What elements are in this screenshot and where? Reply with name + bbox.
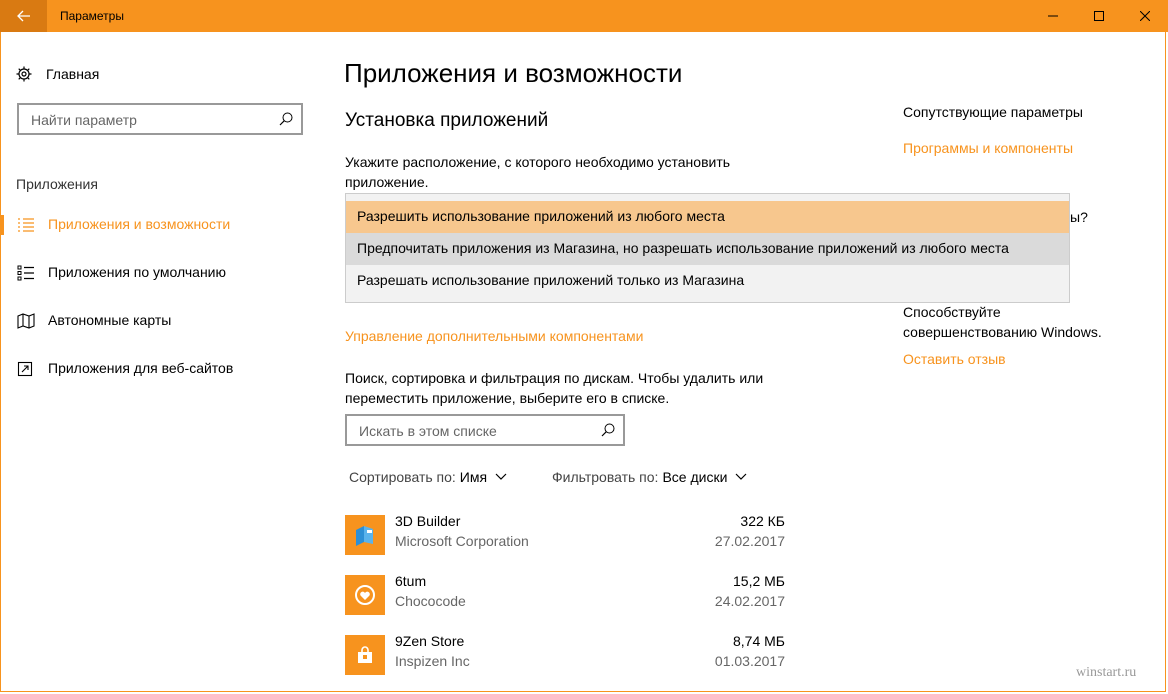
app-publisher: Inspizen Inc — [395, 653, 470, 669]
sidebar-item-offline-maps[interactable]: Автономные карты — [0, 303, 330, 339]
app-size: 15,2 МБ — [733, 573, 785, 589]
install-description: Укажите расположение, с которого необход… — [345, 152, 730, 192]
sidebar-item-web-apps[interactable]: Приложения для веб-сайтов — [0, 351, 330, 387]
search-icon — [279, 112, 293, 126]
search-description-line: Поиск, сортировка и фильтрация по дискам… — [345, 370, 764, 386]
question-fragment: ы? — [1070, 209, 1088, 225]
search-description: Поиск, сортировка и фильтрация по дискам… — [345, 368, 763, 408]
search-description-line: переместить приложение, выберите его в с… — [345, 390, 670, 406]
shopping-bag-icon — [345, 635, 385, 675]
home-link[interactable]: Главная — [16, 64, 99, 84]
sidebar-item-label: Автономные карты — [48, 312, 172, 328]
gear-icon — [16, 66, 32, 82]
app-list-search[interactable] — [345, 414, 625, 446]
6tum-icon — [345, 575, 385, 615]
close-icon — [1140, 11, 1150, 21]
app-size: 8,74 МБ — [733, 633, 785, 649]
filter-dropdown[interactable]: Фильтровать по: Все диски — [552, 469, 747, 485]
install-source-dropdown[interactable]: Разрешить использование приложений из лю… — [345, 193, 1070, 303]
page-title: Приложения и возможности — [344, 58, 683, 88]
sort-dropdown[interactable]: Сортировать по: Имя — [349, 469, 507, 485]
app-name: 6tum — [395, 573, 427, 589]
dropdown-option-label: Разрешить использование приложений из лю… — [357, 208, 725, 224]
minimize-icon — [1048, 15, 1058, 17]
search-icon — [601, 423, 615, 437]
window-title: Параметры — [60, 9, 124, 23]
app-list-search-input[interactable] — [357, 421, 591, 441]
default-apps-icon — [17, 265, 34, 281]
related-settings-heading: Сопутствующие параметры — [903, 104, 1083, 120]
sidebar-item-label: Приложения для веб-сайтов — [48, 360, 234, 376]
dropdown-option-anywhere[interactable]: Разрешить использование приложений из лю… — [346, 201, 1069, 233]
settings-search-input[interactable] — [29, 110, 273, 130]
app-date: 24.02.2017 — [714, 593, 785, 609]
sidebar-item-label: Приложения по умолчанию — [48, 264, 226, 280]
sort-label: Сортировать по: — [349, 469, 456, 485]
manage-optional-features-link[interactable]: Управление дополнительными компонентами — [345, 328, 643, 344]
install-description-line: приложение. — [345, 174, 429, 190]
dropdown-option-prefer-store[interactable]: Предпочитать приложения из Магазина, но … — [346, 233, 1069, 265]
dropdown-option-label: Разрешать использование приложений тольк… — [357, 272, 745, 288]
filter-label: Фильтровать по: — [552, 469, 659, 485]
give-feedback-link[interactable]: Оставить отзыв — [903, 351, 1006, 367]
programs-features-link[interactable]: Программы и компоненты — [903, 140, 1073, 156]
dropdown-option-store-only[interactable]: Разрешать использование приложений тольк… — [346, 265, 1069, 297]
chevron-down-icon — [495, 473, 507, 480]
feedback-line: Способствуйте — [903, 304, 1001, 320]
install-heading: Установка приложений — [345, 110, 549, 131]
3d-builder-icon — [345, 515, 385, 555]
dropdown-option-label: Предпочитать приложения из Магазина, но … — [357, 240, 1009, 256]
app-list-item[interactable]: 3D Builder Microsoft Corporation 322 КБ … — [345, 513, 785, 557]
feedback-line: совершенствованию Windows. — [903, 324, 1102, 340]
app-date: 27.02.2017 — [714, 533, 785, 549]
chevron-down-icon — [735, 473, 747, 480]
sidebar-item-label: Приложения и возможности — [48, 216, 231, 232]
maximize-icon — [1094, 11, 1104, 21]
app-size: 322 КБ — [740, 513, 785, 529]
app-name: 3D Builder — [395, 513, 461, 529]
minimize-button[interactable] — [1030, 0, 1076, 32]
watermark: winstart.ru — [1076, 665, 1137, 680]
app-date: 01.03.2017 — [714, 653, 785, 669]
app-list-item[interactable]: 9Zen Store Inspizen Inc 8,74 МБ 01.03.20… — [345, 633, 785, 677]
web-apps-icon — [17, 361, 33, 377]
app-publisher: Chococode — [395, 593, 466, 609]
apps-features-icon — [18, 218, 34, 232]
active-indicator — [0, 215, 4, 235]
title-bar: Параметры — [0, 0, 1168, 32]
map-icon — [17, 313, 35, 329]
settings-search[interactable] — [17, 103, 303, 135]
sidebar-item-default-apps[interactable]: Приложения по умолчанию — [0, 255, 330, 291]
app-publisher: Microsoft Corporation — [395, 533, 529, 549]
close-button[interactable] — [1122, 0, 1168, 32]
back-arrow-icon — [16, 10, 30, 22]
app-list-item[interactable]: 6tum Chococode 15,2 МБ 24.02.2017 — [345, 573, 785, 617]
maximize-button[interactable] — [1076, 0, 1122, 32]
home-label: Главная — [46, 66, 100, 82]
feedback-description: Способствуйте совершенствованию Windows. — [903, 302, 1102, 342]
section-label: Приложения — [16, 176, 98, 192]
install-description-line: Укажите расположение, с которого необход… — [345, 154, 731, 170]
sidebar: Главная Приложения Приложения и возможно… — [0, 32, 330, 694]
sort-value: Имя — [459, 469, 488, 485]
filter-value: Все диски — [662, 469, 728, 485]
app-name: 9Zen Store — [395, 633, 465, 649]
sidebar-item-apps-features[interactable]: Приложения и возможности — [0, 207, 330, 243]
back-button[interactable] — [0, 0, 47, 32]
